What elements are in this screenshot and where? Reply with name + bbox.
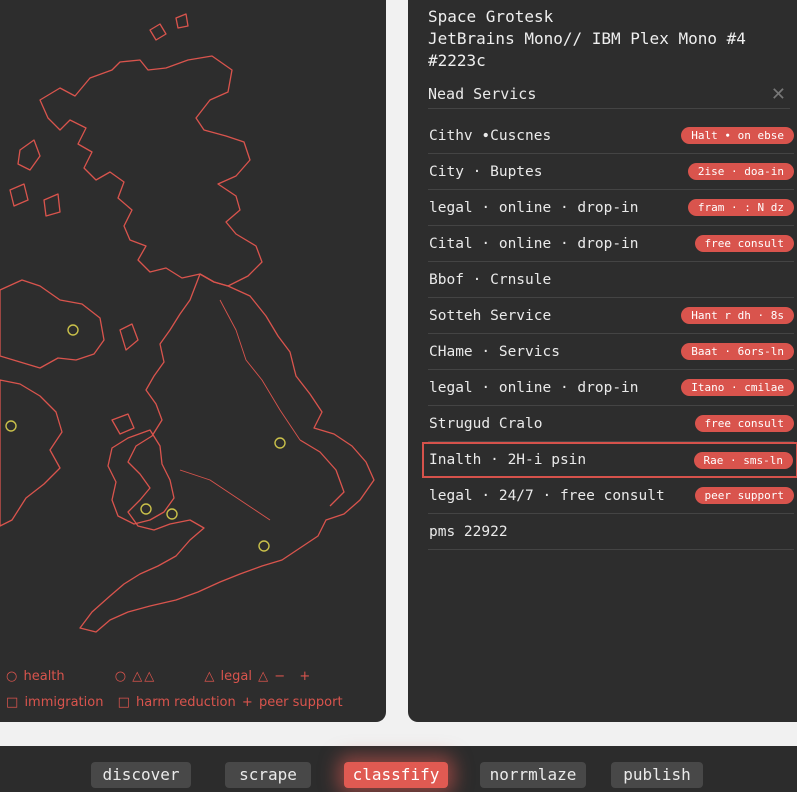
scotland-islands-north: [149, 13, 189, 41]
close-icon[interactable]: ✕: [771, 84, 786, 105]
scotland-coastline: [39, 55, 263, 287]
service-name: legal · online · drop-in: [429, 199, 639, 216]
category-badge[interactable]: Halt ∙ on ebse: [681, 127, 794, 144]
list-title: Nead Servics: [428, 85, 537, 103]
legend-health-label: health: [23, 669, 65, 684]
list-item[interactable]: Strugud Cralo free consult: [428, 406, 794, 442]
list-item[interactable]: Sotteh Service Hant r dh · 8s: [428, 298, 794, 334]
legend-legal-label: legal: [220, 669, 252, 684]
triangle-icon: △: [204, 669, 215, 684]
service-name: Cital · online · drop-in: [429, 235, 639, 252]
list-item[interactable]: legal · 24/7 · free consult peer support: [428, 478, 794, 514]
list-item[interactable]: pms 22922: [428, 514, 794, 550]
service-name: pms 22922: [429, 523, 508, 540]
east-anglia-detail: [299, 439, 345, 507]
nav-button-publish[interactable]: publish: [611, 762, 703, 788]
map-panel: ○ health ○ △ △ △ legal △ − + □ immigratio…: [0, 0, 386, 722]
minus-icon[interactable]: −: [274, 669, 285, 684]
list-item-selected[interactable]: Inalth · 2H-i psin Rae · sms-ln: [422, 442, 797, 478]
category-badge[interactable]: Rae · sms-ln: [693, 451, 793, 469]
category-badge[interactable]: Baat · 6ors-ln: [681, 343, 794, 360]
list-item[interactable]: Cithv ∙Cuscnes Halt ∙ on ebse: [428, 118, 794, 154]
pipeline-nav: discover scrape classfify norrmlaze publish: [0, 746, 797, 792]
ireland-coastline: [0, 379, 63, 527]
service-name: legal · 24/7 · free consult: [429, 487, 665, 504]
service-name: Strugud Cralo: [429, 415, 543, 432]
scotland-islands-west: [9, 139, 61, 217]
square-icon: □: [6, 695, 19, 710]
service-name: Bbof · Crnsule: [429, 271, 552, 288]
service-name: Cithv ∙Cuscnes: [429, 127, 552, 144]
uk-map[interactable]: [0, 0, 386, 660]
service-name: legal · online · drop-in: [429, 379, 639, 396]
list-item[interactable]: Cital · online · drop-in free consult: [428, 226, 794, 262]
nav-button-norrmlaze[interactable]: norrmlaze: [480, 762, 586, 788]
services-panel: Space Grotesk JetBrains Mono// IBM Plex …: [408, 0, 797, 722]
marker-london[interactable]: [258, 540, 270, 552]
square-icon: □: [117, 695, 130, 710]
isle-of-man: [119, 323, 139, 351]
marker-cardiff[interactable]: [140, 503, 152, 515]
category-badge[interactable]: 2ise · doa-in: [687, 163, 794, 180]
list-item[interactable]: CHame · Servics Baat · 6ors-ln: [428, 334, 794, 370]
category-badge[interactable]: free consult: [694, 235, 794, 252]
list-header: Nead Servics ✕: [428, 80, 790, 109]
category-badge[interactable]: peer support: [694, 487, 794, 504]
category-badge[interactable]: free consult: [694, 415, 794, 432]
triangle-icon: △: [258, 669, 269, 684]
triangle-icon: △: [144, 669, 155, 684]
category-badge[interactable]: fram · : N dz: [687, 199, 794, 216]
list-item[interactable]: legal · online · drop-in Itano · cmilae: [428, 370, 794, 406]
legend-peer-support-label: peer support: [258, 695, 343, 710]
list-item[interactable]: legal · online · drop-in fram · : N dz: [428, 190, 794, 226]
service-name: Inalth · 2H-i psin: [429, 452, 587, 468]
plus-icon[interactable]: +: [299, 669, 310, 684]
list-item[interactable]: Bbof · Crnsule: [428, 262, 794, 298]
marker-east-midlands[interactable]: [274, 437, 286, 449]
nav-button-discover[interactable]: discover: [91, 762, 191, 788]
service-name: CHame · Servics: [429, 343, 560, 360]
marker-dublin[interactable]: [5, 420, 17, 432]
triangle-icon: △: [132, 669, 143, 684]
legend-harm-reduction-label: harm reduction: [136, 695, 236, 710]
legend-immigration-label: immigration: [24, 695, 104, 710]
anglesey: [111, 413, 135, 435]
category-badge[interactable]: Hant r dh · 8s: [681, 307, 794, 324]
service-name: Sotteh Service: [429, 307, 552, 324]
inner-boundary: [179, 299, 301, 521]
marker-bristol[interactable]: [166, 508, 178, 520]
font-spec-header: Space Grotesk JetBrains Mono// IBM Plex …: [428, 6, 746, 72]
header-line-1: Space Grotesk: [428, 7, 554, 26]
nav-button-scrape[interactable]: scrape: [225, 762, 311, 788]
nav-button-classfify[interactable]: classfify: [344, 762, 448, 788]
plus-icon: +: [241, 695, 253, 710]
service-list: Cithv ∙Cuscnes Halt ∙ on ebse City · Bupte…: [422, 118, 797, 550]
header-line-2: JetBrains Mono// IBM Plex Mono #4: [428, 29, 746, 48]
list-item[interactable]: City · Buptes 2ise · doa-in: [428, 154, 794, 190]
marker-belfast[interactable]: [67, 324, 79, 336]
legend-row-2: □ immigration □ harm reduction + peer su…: [6, 695, 345, 710]
category-badge[interactable]: Itano · cmilae: [681, 379, 794, 396]
header-line-3: #2223c: [428, 51, 486, 70]
circle-icon: ○: [114, 669, 127, 684]
service-name: City · Buptes: [429, 163, 543, 180]
legend-row-1: ○ health ○ △ △ △ legal △ − +: [6, 669, 312, 684]
circle-icon: ○: [6, 669, 18, 684]
northern-ireland-coastline: [0, 279, 105, 369]
